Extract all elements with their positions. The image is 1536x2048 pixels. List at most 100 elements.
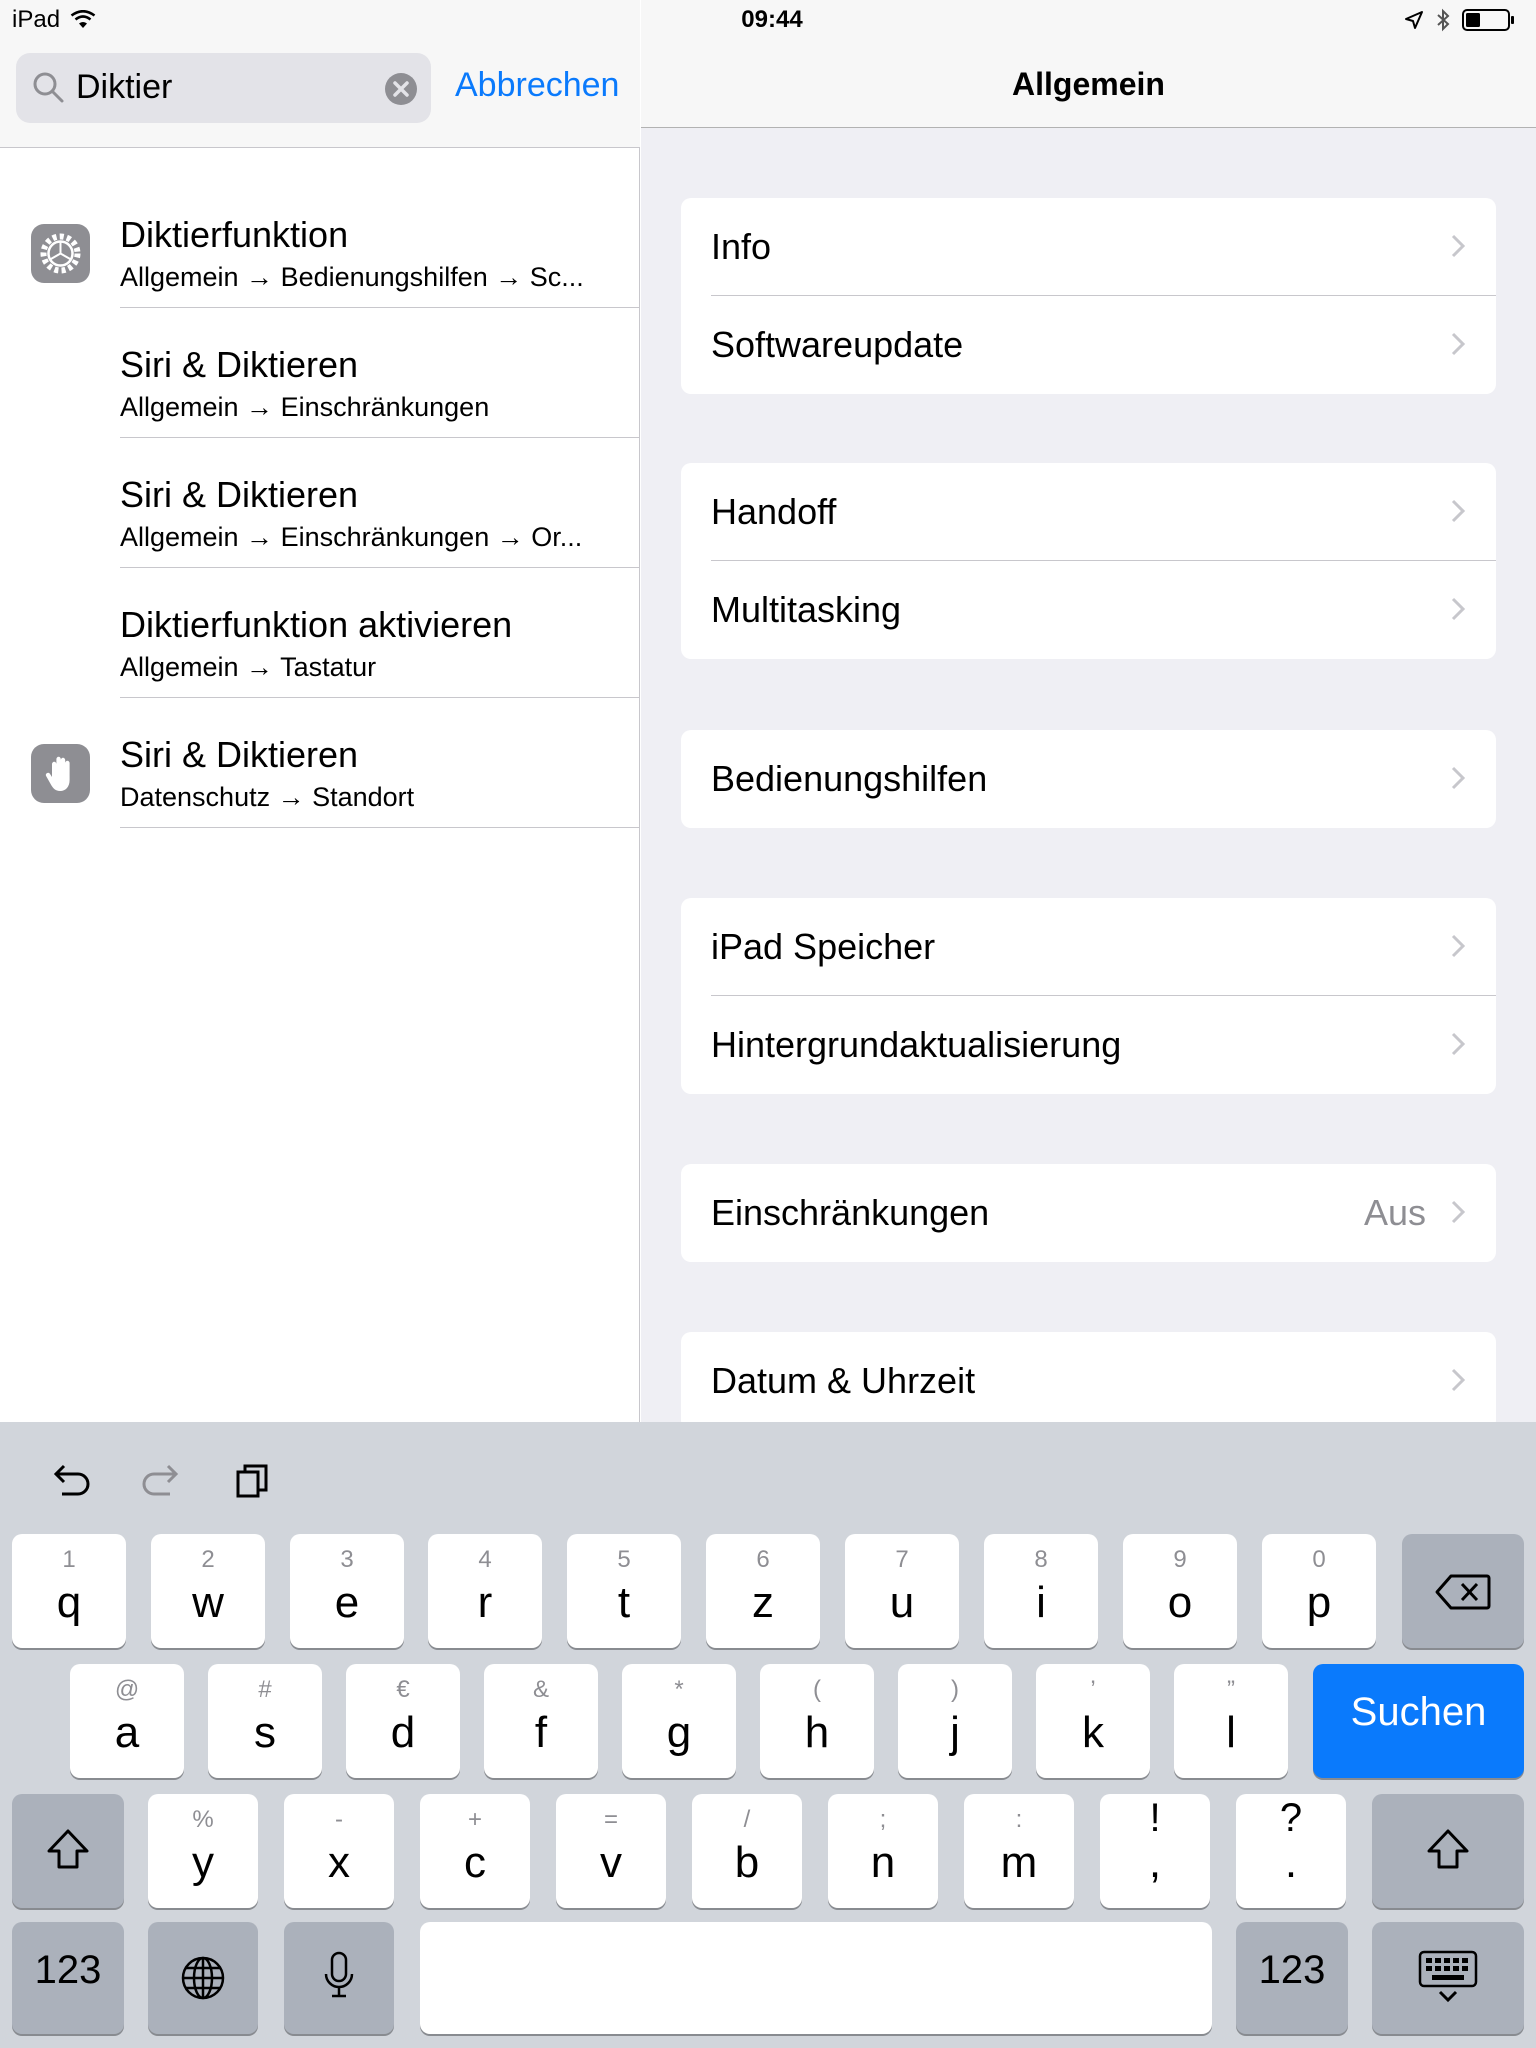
key-l[interactable]: ” l [1174, 1664, 1288, 1778]
key-letter: z [752, 1578, 774, 1627]
search-result-row[interactable]: Siri & Diktieren Datenschutz → Standort [0, 698, 640, 828]
search-field[interactable]: Diktier [16, 53, 431, 123]
key-k[interactable]: ’ k [1036, 1664, 1150, 1778]
key-hint: 7 [895, 1546, 909, 1573]
key-w[interactable]: 2w [151, 1534, 265, 1648]
key-e[interactable]: 3e [290, 1534, 404, 1648]
result-title: Siri & Diktieren [120, 474, 359, 515]
cell-label: Bedienungshilfen [711, 758, 988, 799]
key-q[interactable]: 1q [12, 1534, 126, 1648]
key-period[interactable]: ?. [1236, 1794, 1346, 1908]
settings-group: Bedienungshilfen [681, 730, 1496, 828]
cell-label: iPad Speicher [711, 926, 936, 967]
key-a[interactable]: @ a [70, 1664, 184, 1778]
key-hint: 9 [1173, 1546, 1187, 1573]
key-letter: n [870, 1838, 896, 1887]
key-letter: e [334, 1578, 360, 1627]
key-i[interactable]: 8i [984, 1534, 1098, 1648]
key-letter: a [114, 1708, 140, 1757]
settings-cell-handoff[interactable]: Handoff [681, 463, 1496, 561]
key-f[interactable]: & f [484, 1664, 598, 1778]
delete-key[interactable] [1402, 1534, 1524, 1648]
key-d[interactable]: € d [346, 1664, 460, 1778]
settings-cell-bedienungshilfen[interactable]: Bedienungshilfen [681, 730, 1496, 828]
globe-key[interactable] [148, 1922, 258, 2034]
shift-key-right[interactable] [1372, 1794, 1524, 1908]
numbers-key-left[interactable]: 123 [12, 1922, 124, 2034]
cell-label: Datum & Uhrzeit [711, 1360, 976, 1401]
settings-cell-einschraenkungen[interactable]: Einschränkungen Aus [681, 1164, 1496, 1262]
cell-label: Handoff [711, 491, 837, 532]
key-hint: ! [1149, 1796, 1161, 1840]
search-input[interactable]: Diktier [76, 68, 172, 107]
numbers-key-right[interactable]: 123 [1236, 1922, 1348, 2034]
key-g[interactable]: * g [622, 1664, 736, 1778]
undo-icon[interactable] [48, 1460, 94, 1500]
key-letter: l [1226, 1708, 1236, 1757]
space-key[interactable] [420, 1922, 1212, 2034]
settings-cell-datum-uhrzeit[interactable]: Datum & Uhrzeit [681, 1332, 1496, 1422]
settings-group: Datum & Uhrzeit [681, 1332, 1496, 1422]
key-hint: / [743, 1806, 751, 1833]
settings-cell-ipad-speicher[interactable]: iPad Speicher [681, 898, 1496, 996]
key-letter: q [56, 1578, 82, 1627]
key-hint: + [467, 1806, 482, 1833]
cell-label: Info [711, 226, 772, 267]
settings-cell-multitasking[interactable]: Multitasking [681, 561, 1496, 659]
key-m[interactable]: :m [964, 1794, 1074, 1908]
key-hint: * [674, 1676, 684, 1703]
globe-icon [181, 1956, 225, 2000]
search-key[interactable]: Suchen [1313, 1664, 1524, 1778]
key-y[interactable]: % y [148, 1794, 258, 1908]
key-letter: w [192, 1578, 224, 1627]
search-result-row[interactable]: Diktierfunktion Allgemein → Bedienungshi… [0, 178, 640, 308]
numbers-key-label: 123 [34, 1948, 102, 1992]
key-c[interactable]: + c [420, 1794, 530, 1908]
key-hint: ’ [1090, 1676, 1096, 1703]
key-comma[interactable]: !, [1100, 1794, 1210, 1908]
dictation-key[interactable] [284, 1922, 394, 2034]
key-letter: y [192, 1838, 214, 1887]
search-result-row[interactable]: Diktierfunktion aktivieren Allgemein → T… [0, 568, 640, 698]
cell-label: Einschränkungen [711, 1192, 990, 1233]
result-title: Siri & Diktieren [120, 734, 359, 775]
hide-keyboard-key[interactable] [1372, 1922, 1524, 2034]
key-p[interactable]: 0p [1262, 1534, 1376, 1648]
paste-icon[interactable] [234, 1460, 274, 1500]
key-letter: t [617, 1578, 631, 1627]
key-s[interactable]: # s [208, 1664, 322, 1778]
chevron-right-icon [1451, 1368, 1466, 1392]
search-result-row[interactable]: Siri & Diktieren Allgemein → Einschränku… [0, 438, 640, 568]
chevron-right-icon [1451, 597, 1466, 621]
key-h[interactable]: (h [760, 1664, 874, 1778]
key-b[interactable]: / b [692, 1794, 802, 1908]
key-v[interactable]: = v [556, 1794, 666, 1908]
settings-group: iPad Speicher Hintergrundaktualisierung [681, 898, 1496, 1094]
search-result-row[interactable]: Siri & Diktieren Allgemein → Einschränku… [0, 308, 640, 438]
result-title: Diktierfunktion aktivieren [120, 604, 513, 645]
key-letter: h [804, 1708, 830, 1757]
key-n[interactable]: ; n [828, 1794, 938, 1908]
key-t[interactable]: 5t [567, 1534, 681, 1648]
key-z[interactable]: 6z [706, 1534, 820, 1648]
clear-search-icon[interactable] [385, 73, 417, 105]
settings-cell-hintergrundaktualisierung[interactable]: Hintergrundaktualisierung [681, 996, 1496, 1094]
chevron-right-icon [1451, 766, 1466, 790]
settings-cell-info[interactable]: Info [681, 198, 1496, 296]
key-j[interactable]: ) j [898, 1664, 1012, 1778]
shift-key-left[interactable] [12, 1794, 124, 1908]
page-title: Allgemein [1012, 66, 1165, 102]
onscreen-keyboard: 1q 2w 3e 4r 5t 6z 7u 8i 9o 0p @ a # s € d &… [0, 1422, 1536, 2048]
key-letter: , [1148, 1838, 1162, 1887]
shift-icon [1427, 1829, 1469, 1869]
key-hint: : [1015, 1806, 1023, 1833]
key-u[interactable]: 7u [845, 1534, 959, 1648]
key-r[interactable]: 4r [428, 1534, 542, 1648]
key-o[interactable]: 9o [1123, 1534, 1237, 1648]
battery-icon [1462, 9, 1514, 31]
redo-icon[interactable] [138, 1460, 184, 1500]
cancel-button[interactable]: Abbrechen [455, 66, 619, 105]
key-x[interactable]: -x [284, 1794, 394, 1908]
key-letter: i [1036, 1578, 1046, 1627]
settings-cell-softwareupdate[interactable]: Softwareupdate [681, 296, 1496, 394]
